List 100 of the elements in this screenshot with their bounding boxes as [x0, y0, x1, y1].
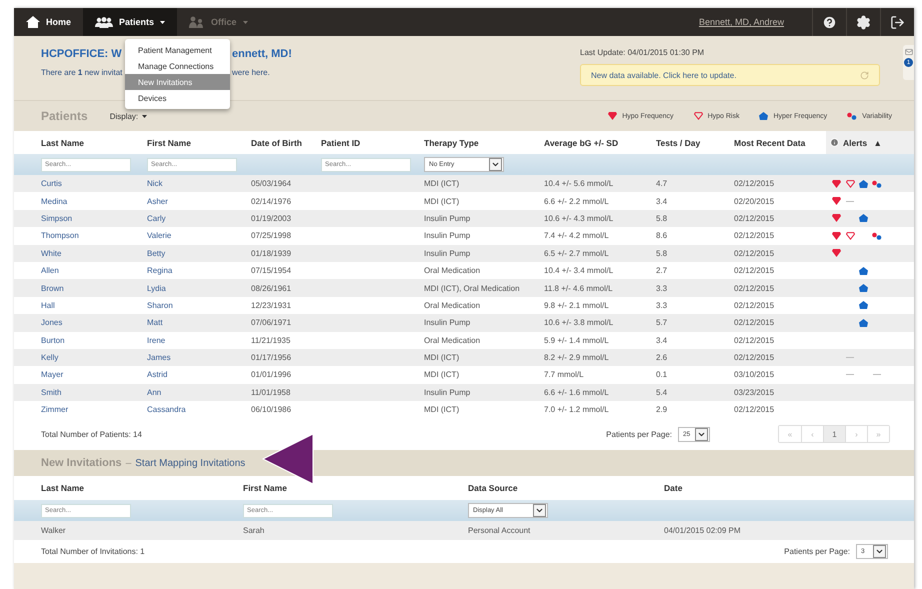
- table-cell-text: 08/26/1961: [251, 284, 292, 293]
- per-page-label: Patients per Page:: [606, 430, 672, 439]
- patient-name-link[interactable]: Kelly: [41, 353, 147, 362]
- patient-name-link[interactable]: Medina: [41, 196, 147, 206]
- table-cell-text: MDI (ICT): [424, 196, 460, 206]
- menu-item[interactable]: New Invitations: [125, 74, 230, 90]
- patient-name-link[interactable]: Betty: [147, 248, 251, 258]
- table-cell-text: 2.6: [656, 353, 668, 362]
- patient-name-link[interactable]: Thompson: [41, 231, 147, 240]
- table-cell-text: 10.6 +/- 4.3 mmol/L: [544, 214, 614, 223]
- settings-icon: [856, 14, 871, 30]
- table-cell-text: Insulin Pump: [424, 248, 472, 258]
- column-header[interactable]: First Name: [147, 131, 251, 154]
- patient-name-link[interactable]: Curtis: [41, 179, 147, 188]
- nav-tab[interactable]: Home: [14, 8, 84, 36]
- menu-item[interactable]: Devices: [125, 90, 230, 106]
- column-header[interactable]: Tests / Day: [656, 131, 734, 154]
- two-dots-icon: [847, 112, 858, 120]
- update-notice[interactable]: New data available. Click here to update.: [580, 64, 880, 86]
- table-cell-text: 02/12/2015: [734, 353, 776, 362]
- table-cell-text: 3.3: [656, 300, 668, 310]
- table-cell-text: Walker: [41, 526, 67, 536]
- column-header[interactable]: Date of Birth: [251, 131, 321, 154]
- patient-name-link[interactable]: Regina: [147, 266, 251, 276]
- patient-name-link[interactable]: White: [41, 248, 147, 258]
- table-cell-text: 02/12/2015: [734, 266, 776, 276]
- invitation-message: There are 1 new invitat: [41, 68, 122, 77]
- table-cell-text: Insulin Pump: [424, 214, 472, 223]
- patient-name-link[interactable]: Irene: [147, 336, 251, 345]
- last-update-text: Last Update: 04/01/2015 01:30 PM: [580, 48, 706, 57]
- two-dots-icon: [872, 232, 882, 240]
- logout-icon: [890, 14, 905, 30]
- table-cell-text: 01/19/2003: [251, 214, 292, 223]
- patient-name-link[interactable]: Matt: [147, 318, 251, 328]
- table-cell-text: 02/12/2015: [734, 179, 776, 188]
- table-cell-text: 01/17/1956: [251, 353, 292, 362]
- patient-name-link[interactable]: Carly: [147, 214, 251, 223]
- table-cell-text: 8.6: [656, 231, 668, 240]
- column-header[interactable]: Last Name: [41, 476, 243, 500]
- table-cell-text: 10.6 +/- 3.8 mmol/L: [544, 318, 614, 328]
- column-header[interactable]: First Name: [243, 476, 468, 500]
- table-cell-text: 10.4 +/- 5.6 mmol/L: [544, 179, 614, 188]
- patient-name-link[interactable]: Hall: [41, 300, 147, 310]
- patient-name-link[interactable]: Ann: [147, 388, 251, 397]
- column-header[interactable]: Last Name: [41, 131, 147, 154]
- menu-item[interactable]: Patient Management: [125, 42, 230, 58]
- table-cell-text: 11/21/1935: [251, 336, 292, 345]
- column-header[interactable]: Data Source: [468, 476, 664, 500]
- patient-name-link[interactable]: Smith: [41, 388, 147, 397]
- start-mapping-link[interactable]: Start Mapping Invitations: [135, 458, 246, 469]
- patient-name-link[interactable]: James: [147, 353, 251, 362]
- patient-name-link[interactable]: Burton: [41, 336, 147, 345]
- patient-name-link[interactable]: Lydia: [147, 284, 251, 293]
- patient-name-link[interactable]: Allen: [41, 266, 147, 276]
- table-cell-text: 8.2 +/- 2.9 mmol/L: [544, 353, 610, 362]
- column-header[interactable]: Average bG +/- SD: [544, 131, 656, 154]
- table-cell-text: 03/23/2015: [734, 388, 776, 397]
- per-page-label: Patients per Page:: [784, 547, 850, 556]
- patient-name-link[interactable]: Jones: [41, 318, 147, 328]
- house-icon: [26, 16, 40, 28]
- patient-name-link[interactable]: Astrid: [147, 370, 251, 380]
- patient-name-link[interactable]: Simpson: [41, 214, 147, 223]
- table-cell-text: 6.6 +/- 2.2 mmol/L: [544, 196, 610, 206]
- table-cell-text: Sarah: [243, 526, 266, 536]
- column-header[interactable]: Therapy Type: [424, 131, 544, 154]
- pentagon-icon: [859, 180, 868, 188]
- table-cell-text: 0.1: [656, 370, 668, 380]
- patient-name-link[interactable]: Cassandra: [147, 405, 251, 414]
- table-cell-text: MDI (ICT): [424, 370, 460, 380]
- table-cell-text: 02/14/1976: [251, 196, 292, 206]
- table-cell-text: 02/12/2015: [734, 248, 776, 258]
- invitation-total-text: Total Number of Invitations: 1: [41, 547, 145, 556]
- table-cell-text: Insulin Pump: [424, 388, 472, 397]
- pagination-button[interactable]: 1: [823, 426, 845, 442]
- table-cell-text: 11.8 +/- 4.6 mmol/L: [544, 284, 614, 293]
- patient-name-link[interactable]: Zimmer: [41, 405, 147, 414]
- patient-name-link[interactable]: Nick: [147, 179, 251, 188]
- menu-item[interactable]: Manage Connections: [125, 58, 230, 74]
- title-separator: –: [126, 458, 132, 469]
- patient-name-link[interactable]: Brown: [41, 284, 147, 293]
- patient-name-link[interactable]: Asher: [147, 196, 251, 206]
- column-header[interactable]: Patient ID: [321, 131, 424, 154]
- table-cell-text: 06/10/1986: [251, 405, 292, 414]
- column-header[interactable]: Date: [664, 476, 914, 500]
- table-cell-text: 7.0 +/- 1.2 mmol/L: [544, 405, 610, 414]
- table-cell-text: 04/01/2015 02:09 PM: [664, 526, 742, 536]
- patient-name-link[interactable]: Sharon: [147, 300, 251, 310]
- chevron-down-icon: [491, 160, 500, 169]
- table-cell-text: 5.8: [656, 214, 668, 223]
- patient-name-link[interactable]: Valerie: [147, 231, 251, 240]
- table-cell-text: 07/06/1971: [251, 318, 292, 328]
- table-cell-text: 11/01/1958: [251, 388, 292, 397]
- nav-tab[interactable]: Patients: [83, 8, 178, 36]
- table-cell-text: Insulin Pump: [424, 318, 472, 328]
- display-menu[interactable]: Display:: [110, 112, 148, 120]
- table-cell-text: Oral Medication: [424, 300, 482, 310]
- column-header[interactable]: Alerts ▲: [826, 131, 914, 154]
- refresh-icon: [860, 70, 869, 80]
- user-name-link[interactable]: Bennett, MD, Andrew: [698, 17, 812, 27]
- patient-name-link[interactable]: Mayer: [41, 370, 147, 380]
